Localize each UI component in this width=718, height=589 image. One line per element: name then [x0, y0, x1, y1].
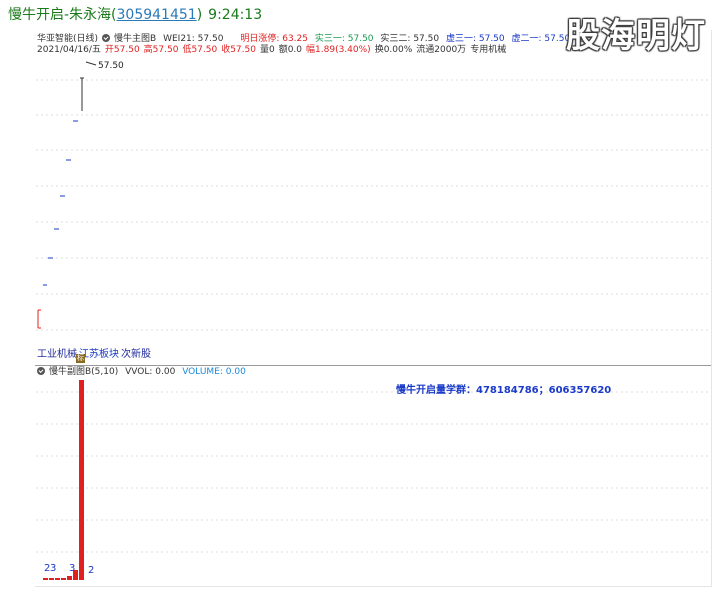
quote-date: 2021/04/16/五: [37, 45, 101, 55]
volume-bar: [61, 578, 66, 580]
volume-value: VOLUME: 0.00: [182, 367, 246, 377]
main-chart-quote-row: 2021/04/16/五 开57.50 高57.50 低57.50 收57.50 量0 额0…: [37, 45, 510, 56]
sector-tags: 工业机械 江苏板块 次新股: [37, 345, 153, 360]
real-1: 实三一: 57.50: [314, 34, 374, 44]
sector-tag[interactable]: 工业机械: [37, 349, 77, 360]
volume-label: 3: [69, 563, 76, 574]
volume-bar-main: [79, 380, 84, 580]
stock-name: 华亚智能(日线): [37, 34, 99, 44]
volume-label: 3: [50, 563, 57, 574]
tomorrow-limit: 明日涨停: 63.25: [240, 34, 308, 44]
volume-bar: [49, 578, 54, 580]
volume-bars: [43, 380, 84, 580]
quote-float: 流通2000万: [416, 45, 467, 55]
sub-chart-title-row: 慢牛副图B(5,10) VVOL: 0.00 VOLUME: 0.00: [37, 367, 250, 378]
quote-open: 开57.50: [104, 45, 140, 55]
group-contact-text: 慢牛开启量学群：478184786；606357620: [396, 385, 612, 396]
chart-gridlines: [36, 61, 710, 580]
sub-indicator-name[interactable]: 慢牛副图B(5,10): [49, 367, 118, 377]
real-2: 实三二: 57.50: [380, 34, 440, 44]
price-step-marks: [43, 120, 78, 286]
volume-label: 2: [88, 565, 95, 576]
volume-bar: [43, 578, 48, 580]
marker-icon: 标: [76, 354, 85, 363]
sector-tag[interactable]: 江苏板块: [79, 349, 119, 360]
main-chart-title-row: 华亚智能(日线) 慢牛主图B WEI21: 57.50 明日涨停: 63.25 实…: [37, 34, 599, 45]
volume-bar: [67, 576, 72, 580]
quote-change: 幅1.89(3.40%): [306, 45, 371, 55]
sub-indicator-toggle-icon[interactable]: [37, 367, 45, 375]
quote-turnover: 换0.00%: [374, 45, 413, 55]
quote-low: 低57.50: [182, 45, 218, 55]
virtual-2: 虚二一: 57.50: [511, 34, 571, 44]
chart-divider: [35, 365, 711, 366]
virtual-1: 虚三一: 57.50: [445, 34, 505, 44]
price-label: 57.50: [98, 61, 124, 71]
sector-tag[interactable]: 次新股: [121, 349, 151, 360]
quote-amount: 额0.0: [278, 45, 303, 55]
quote-high: 高57.50: [143, 45, 179, 55]
watermark-logo: 股海明灯: [566, 16, 706, 56]
quote-volume: 量0: [259, 45, 275, 55]
indicator-toggle-icon[interactable]: [102, 34, 111, 42]
quote-close: 收57.50: [221, 45, 256, 55]
quote-industry: 专用机械: [470, 45, 507, 55]
main-indicator-name[interactable]: 慢牛主图B: [114, 34, 156, 44]
price-pointer: [85, 61, 97, 66]
volume-bar: [55, 578, 60, 580]
wei21-value: WEI21: 57.50: [163, 34, 224, 44]
vvol-value: VVOL: 0.00: [125, 367, 176, 377]
